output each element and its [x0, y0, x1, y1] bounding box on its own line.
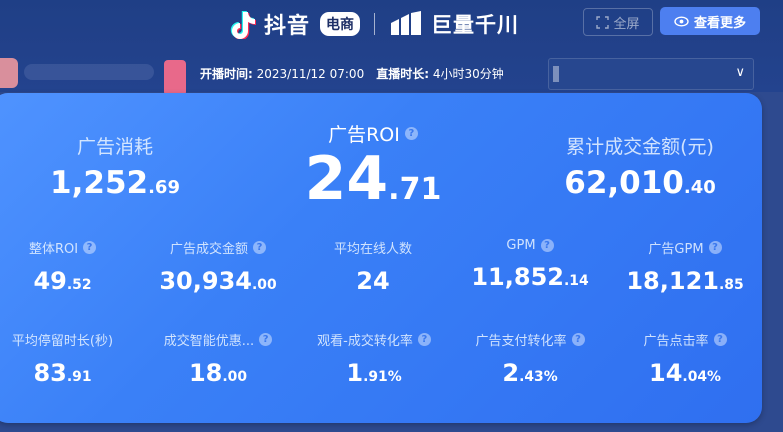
avatar[interactable]: [0, 58, 18, 88]
view-more-button[interactable]: 查看更多: [660, 7, 760, 35]
qianchuan-logo-text: 巨量千川: [431, 13, 520, 37]
help-icon[interactable]: ?: [259, 333, 273, 346]
duration-label: 直播时长:: [376, 67, 430, 81]
help-icon[interactable]: ?: [708, 241, 722, 254]
help-icon[interactable]: ?: [571, 333, 585, 346]
fullscreen-label: 全屏: [613, 16, 640, 32]
help-icon[interactable]: ?: [417, 333, 431, 346]
room-select[interactable]: ∨: [548, 58, 754, 90]
ad-gmv-stat: 广告成交金额? 30,934.00: [143, 238, 293, 295]
avg-online-value: 24: [356, 267, 390, 295]
ad-ctr-stat: 广告点击率? 14.04%: [615, 330, 755, 387]
eye-icon: [674, 15, 689, 27]
help-icon[interactable]: ?: [253, 241, 266, 254]
view-conversion-stat: 观看-成交转化率? 1.91%: [300, 330, 448, 387]
ad-ctr-value: 14.04%: [649, 359, 721, 387]
live-meta: 开播时间: 2023/11/12 07:00 直播时长: 4小时30分钟: [200, 65, 504, 82]
duration-value: 4小时30分钟: [432, 67, 504, 81]
start-time-value: 2023/11/12 07:00: [256, 67, 365, 81]
help-icon[interactable]: ?: [540, 239, 554, 252]
ad-roi-stat: 广告ROI? 24.71: [293, 120, 453, 209]
juliang-icon: [391, 11, 422, 35]
smart-discount-label: 成交智能优惠...: [163, 334, 255, 349]
avg-stay-label: 平均停留时长(秒): [11, 334, 114, 349]
tiktok-icon: [230, 11, 256, 39]
ad-spend-value: 1,252.69: [50, 165, 180, 201]
ad-gmv-value: 30,934.00: [159, 267, 277, 295]
gmv-value: 62,010.40: [564, 165, 716, 201]
gpm-label: GPM: [506, 238, 536, 253]
ad-roi-value: 24.71: [304, 144, 442, 214]
overall-roi-label: 整体ROI: [28, 242, 79, 257]
view-conversion-value: 1.91%: [346, 359, 402, 387]
overall-roi-stat: 整体ROI? 49.52: [0, 238, 125, 295]
help-icon[interactable]: ?: [404, 127, 418, 140]
brand-bar: 抖音 电商 巨量千川: [228, 8, 519, 40]
ad-pay-conversion-stat: 广告支付转化率? 2.43%: [455, 330, 605, 387]
start-time-label: 开播时间:: [200, 67, 253, 81]
gpm-value: 11,852.14: [471, 263, 589, 291]
ad-spend-label: 广告消耗: [76, 136, 153, 158]
avg-online-label: 平均在线人数: [333, 242, 412, 257]
gmv-label: 累计成交金额(元): [566, 136, 714, 158]
avg-online-stat: 平均在线人数 24: [308, 238, 438, 295]
chevron-down-icon: ∨: [735, 65, 745, 80]
ecommerce-badge: 电商: [320, 12, 361, 36]
ad-spend-stat: 广告消耗 1,252.69: [45, 132, 185, 201]
ad-roi-label: 广告ROI: [328, 124, 400, 146]
room-select-value: [553, 66, 559, 82]
smart-discount-value: 18.00: [188, 359, 248, 387]
live-room-thumbnail: [164, 60, 186, 96]
gmv-stat: 累计成交金额(元) 62,010.40: [545, 132, 735, 201]
streamer-name-redacted: [24, 64, 154, 80]
gpm-stat: GPM? 11,852.14: [460, 238, 600, 291]
overall-roi-value: 49.52: [33, 267, 92, 295]
fullscreen-button[interactable]: 全屏: [583, 8, 653, 36]
smart-discount-stat: 成交智能优惠...? 18.00: [143, 330, 293, 387]
brand-divider: [374, 13, 376, 35]
view-more-label: 查看更多: [693, 15, 746, 31]
ad-gmv-label: 广告成交金额: [169, 242, 248, 257]
ad-gpm-stat: 广告GPM? 18,121.85: [615, 238, 755, 295]
ad-pay-conversion-value: 2.43%: [502, 359, 558, 387]
ad-pay-conversion-label: 广告支付转化率: [475, 334, 567, 349]
help-icon[interactable]: ?: [713, 333, 727, 346]
fullscreen-icon: [596, 15, 610, 29]
avg-stay-stat: 平均停留时长(秒) 83.91: [0, 330, 125, 387]
ad-gpm-label: 广告GPM: [648, 242, 704, 257]
help-icon[interactable]: ?: [83, 241, 97, 254]
ad-ctr-label: 广告点击率: [643, 334, 709, 349]
douyin-logo-text: 抖音: [264, 14, 311, 39]
view-conversion-label: 观看-成交转化率: [317, 334, 413, 349]
avg-stay-value: 83.91: [33, 359, 92, 387]
ad-gpm-value: 18,121.85: [626, 267, 744, 295]
